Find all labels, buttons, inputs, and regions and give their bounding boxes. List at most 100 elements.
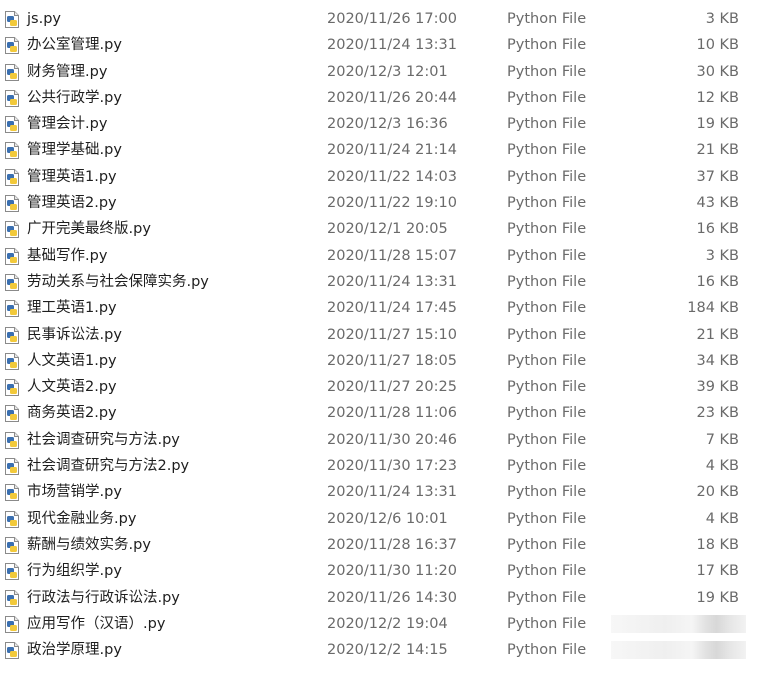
file-date: 2020/11/27 15:10 xyxy=(327,326,457,343)
python-file-icon xyxy=(5,615,19,633)
file-name: 财务管理.py xyxy=(27,63,108,80)
file-name: 广开完美最终版.py xyxy=(27,221,151,238)
python-file-icon xyxy=(5,89,19,107)
file-row[interactable]: 基础写作.py 2020/11/28 15:07 Python File 3 K… xyxy=(0,243,764,269)
file-name: 人文英语2.py xyxy=(27,379,117,396)
file-size: 21 KB xyxy=(696,142,739,159)
file-type: Python File xyxy=(507,37,587,54)
file-size: 20 KB xyxy=(696,484,739,501)
file-size: 37 KB xyxy=(696,168,739,185)
file-size: 4 KB xyxy=(705,510,739,527)
file-size: 19 KB xyxy=(696,116,739,133)
file-size: 3 KB xyxy=(705,11,739,27)
file-type: Python File xyxy=(507,300,587,317)
file-row[interactable]: 薪酬与绩效实务.py 2020/11/28 16:37 Python File … xyxy=(0,532,764,558)
file-date: 2020/11/26 14:30 xyxy=(327,589,457,606)
file-type: Python File xyxy=(507,458,587,475)
file-size: 30 KB xyxy=(696,63,739,80)
file-type: Python File xyxy=(507,116,587,133)
file-row[interactable]: 管理英语1.py 2020/11/22 14:03 Python File 37… xyxy=(0,164,764,190)
file-row[interactable]: 应用写作（汉语）.py 2020/12/2 19:04 Python File xyxy=(0,611,764,637)
file-name: 理工英语1.py xyxy=(27,300,117,317)
file-name: 薪酬与绩效实务.py xyxy=(27,536,151,553)
python-file-icon xyxy=(5,563,19,581)
file-row[interactable]: 管理英语2.py 2020/11/22 19:10 Python File 43… xyxy=(0,190,764,216)
file-row[interactable]: 社会调查研究与方法2.py 2020/11/30 17:23 Python Fi… xyxy=(0,453,764,479)
file-size: 3 KB xyxy=(705,247,739,264)
python-file-icon xyxy=(5,195,19,213)
file-type: Python File xyxy=(507,431,587,448)
file-row[interactable]: 财务管理.py 2020/12/3 12:01 Python File 30 K… xyxy=(0,59,764,85)
file-date: 2020/11/26 17:00 xyxy=(327,11,457,27)
file-row[interactable]: 管理会计.py 2020/12/3 16:36 Python File 19 K… xyxy=(0,111,764,137)
python-file-icon xyxy=(5,300,19,318)
file-type: Python File xyxy=(507,63,587,80)
file-date: 2020/11/24 13:31 xyxy=(327,484,457,501)
file-row[interactable]: 市场营销学.py 2020/11/24 13:31 Python File 20… xyxy=(0,479,764,505)
file-name: 人文英语1.py xyxy=(27,352,117,369)
file-row[interactable]: 劳动关系与社会保障实务.py 2020/11/24 13:31 Python F… xyxy=(0,269,764,295)
file-date: 2020/11/28 11:06 xyxy=(327,405,457,422)
file-type: Python File xyxy=(507,484,587,501)
file-row[interactable]: js.py 2020/11/26 17:00 Python File 3 KB xyxy=(0,6,764,32)
file-type: Python File xyxy=(507,405,587,422)
file-row[interactable]: 民事诉讼法.py 2020/11/27 15:10 Python File 21… xyxy=(0,322,764,348)
file-size: 39 KB xyxy=(696,379,739,396)
file-type: Python File xyxy=(507,536,587,553)
file-date: 2020/11/24 13:31 xyxy=(327,273,457,290)
file-size: 12 KB xyxy=(696,89,739,106)
file-name: 办公室管理.py xyxy=(27,37,122,54)
file-row[interactable]: 人文英语1.py 2020/11/27 18:05 Python File 34… xyxy=(0,348,764,374)
file-date: 2020/11/26 20:44 xyxy=(327,89,457,106)
file-size: 34 KB xyxy=(696,352,739,369)
file-name: 民事诉讼法.py xyxy=(27,326,122,343)
file-row[interactable]: 商务英语2.py 2020/11/28 11:06 Python File 23… xyxy=(0,400,764,426)
file-size: 18 KB xyxy=(696,536,739,553)
file-row[interactable]: 管理学基础.py 2020/11/24 21:14 Python File 21… xyxy=(0,137,764,163)
python-file-icon xyxy=(5,168,19,186)
file-type: Python File xyxy=(507,352,587,369)
file-type: Python File xyxy=(507,379,587,396)
file-size: 19 KB xyxy=(696,589,739,606)
file-name: 应用写作（汉语）.py xyxy=(27,615,166,632)
file-row[interactable]: 行为组织学.py 2020/11/30 11:20 Python File 17… xyxy=(0,558,764,584)
file-date: 2020/11/27 18:05 xyxy=(327,352,457,369)
file-date: 2020/12/2 19:04 xyxy=(327,615,448,632)
file-type: Python File xyxy=(507,589,587,606)
python-file-icon xyxy=(5,142,19,160)
file-row[interactable]: 广开完美最终版.py 2020/12/1 20:05 Python File 1… xyxy=(0,216,764,242)
python-file-icon xyxy=(5,431,19,449)
file-date: 2020/11/24 21:14 xyxy=(327,142,457,159)
file-name: 商务英语2.py xyxy=(27,405,117,422)
python-file-icon xyxy=(5,247,19,265)
file-name: 管理英语2.py xyxy=(27,195,117,212)
file-row[interactable]: 公共行政学.py 2020/11/26 20:44 Python File 12… xyxy=(0,85,764,111)
python-file-icon xyxy=(5,273,19,291)
file-date: 2020/12/3 12:01 xyxy=(327,63,448,80)
file-row[interactable]: 理工英语1.py 2020/11/24 17:45 Python File 18… xyxy=(0,295,764,321)
python-file-icon xyxy=(5,11,19,28)
file-date: 2020/11/30 11:20 xyxy=(327,563,457,580)
file-name: 管理会计.py xyxy=(27,116,108,133)
file-date: 2020/11/24 13:31 xyxy=(327,37,457,54)
file-type: Python File xyxy=(507,168,587,185)
file-type: Python File xyxy=(507,11,587,27)
python-file-icon xyxy=(5,642,19,660)
python-file-icon xyxy=(5,379,19,397)
file-date: 2020/11/28 15:07 xyxy=(327,247,457,264)
file-date: 2020/11/30 17:23 xyxy=(327,458,457,475)
file-row[interactable]: 办公室管理.py 2020/11/24 13:31 Python File 10… xyxy=(0,32,764,58)
file-size: 21 KB xyxy=(696,326,739,343)
file-size: 4 KB xyxy=(705,458,739,475)
file-row[interactable]: 人文英语2.py 2020/11/27 20:25 Python File 39… xyxy=(0,374,764,400)
python-file-icon xyxy=(5,63,19,81)
file-date: 2020/11/30 20:46 xyxy=(327,431,457,448)
file-row[interactable]: 政治学原理.py 2020/12/2 14:15 Python File xyxy=(0,637,764,663)
file-name: 社会调查研究与方法.py xyxy=(27,431,180,448)
file-type: Python File xyxy=(507,89,587,106)
file-type: Python File xyxy=(507,563,587,580)
file-row[interactable]: 现代金融业务.py 2020/12/6 10:01 Python File 4 … xyxy=(0,506,764,532)
file-size: 23 KB xyxy=(696,405,739,422)
file-row[interactable]: 行政法与行政诉讼法.py 2020/11/26 14:30 Python Fil… xyxy=(0,585,764,611)
file-row[interactable]: 社会调查研究与方法.py 2020/11/30 20:46 Python Fil… xyxy=(0,427,764,453)
